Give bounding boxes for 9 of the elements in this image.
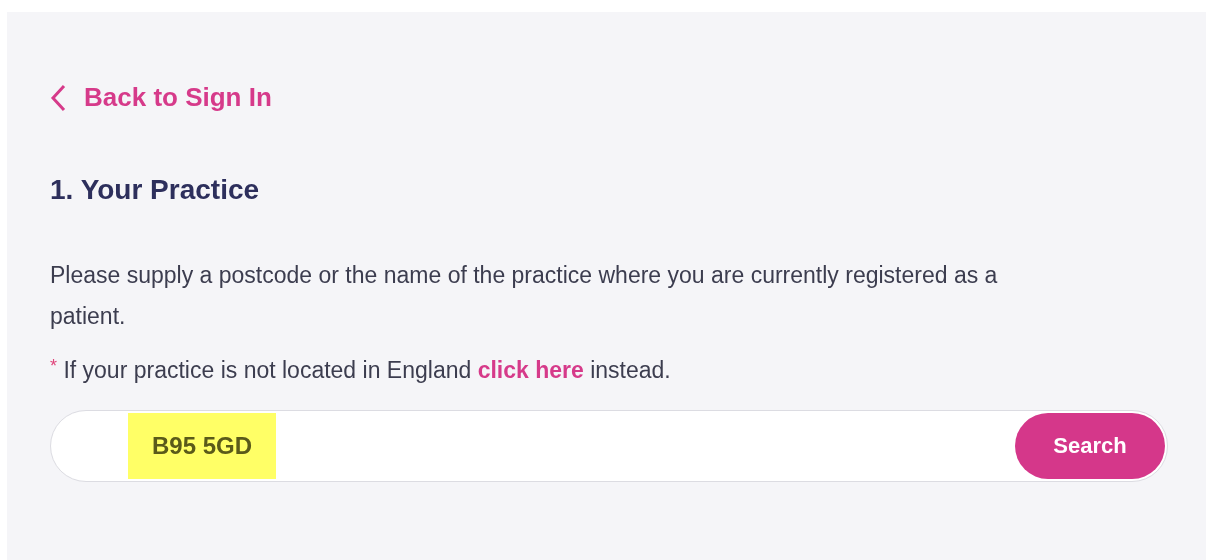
click-here-link[interactable]: click here	[477, 357, 584, 383]
section-heading: 1. Your Practice	[50, 173, 260, 207]
note-text: * If your practice is not located in England click here instead.	[50, 355, 671, 385]
search-value: B95 5GD	[128, 412, 277, 479]
chevron-left-icon	[50, 83, 66, 112]
description-text: Please supply a postcode or the name of the practice where you are currently registered as a patient.	[50, 261, 999, 331]
search-field[interactable]: B95 5GD Search	[50, 409, 1168, 482]
back-link[interactable]: Back to Sign In	[50, 78, 272, 117]
search-button[interactable]: Search	[1015, 412, 1165, 479]
